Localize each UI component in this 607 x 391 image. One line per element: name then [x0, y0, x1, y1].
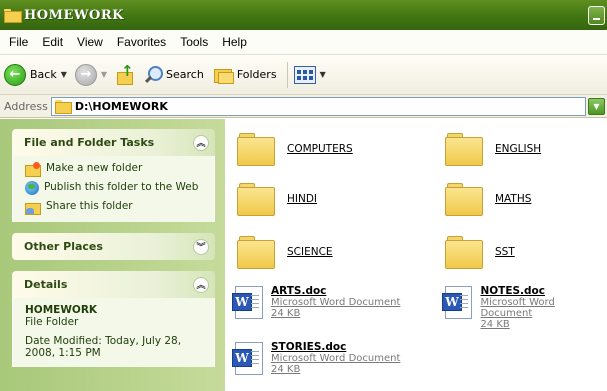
details-header[interactable]: Details ︽ [12, 271, 215, 298]
globe-icon [25, 181, 39, 195]
address-input[interactable]: D:\HOMEWORK [50, 96, 586, 116]
address-bar: Address D:\HOMEWORK ▼ [0, 95, 607, 118]
document-item[interactable]: W NOTES.doc Microsoft Word Document 24 K… [442, 285, 607, 330]
folder-label: MATHS [495, 193, 532, 205]
word-document-icon: W [232, 286, 263, 319]
task-label: Publish this folder to the Web [44, 181, 199, 193]
minimize-button[interactable] [588, 6, 605, 25]
share-folder-icon [25, 200, 41, 215]
folder-label: SST [495, 246, 515, 258]
expand-icon[interactable]: ︾ [193, 238, 209, 255]
folder-label: HINDI [287, 193, 318, 205]
folder-icon [54, 100, 72, 114]
menu-tools[interactable]: Tools [180, 35, 208, 49]
details-type: File Folder [25, 316, 79, 328]
back-arrow-icon: ← [4, 63, 26, 86]
menu-favorites[interactable]: Favorites [117, 35, 166, 49]
menu-bar: File Edit View Favorites Tools Help [0, 30, 607, 55]
chevron-down-icon[interactable]: ▼ [101, 70, 107, 79]
other-places-header[interactable]: Other Places ︾ [12, 233, 215, 260]
details-panel: Details ︽ HOMEWORK File Folder Date Modi… [12, 271, 215, 367]
folder-item[interactable]: ENGLISH [445, 133, 542, 166]
search-label: Search [166, 68, 204, 81]
folder-item[interactable]: COMPUTERS [237, 133, 353, 166]
document-size: 24 KB [271, 308, 301, 319]
folder-item[interactable]: HINDI [237, 183, 318, 216]
details-body: HOMEWORK File Folder Date Modified: Toda… [12, 298, 215, 367]
menu-help[interactable]: Help [222, 35, 247, 49]
file-list: COMPUTERS ENGLISH HINDI MATHS SCIENCE SS… [225, 119, 607, 391]
document-size: 24 KB [480, 319, 510, 330]
folder-item[interactable]: SCIENCE [237, 236, 333, 269]
document-item[interactable]: W STORIES.doc Microsoft Word Document 24… [232, 341, 401, 375]
panel-title: Other Places [24, 240, 103, 253]
panel-title: Details [24, 278, 68, 291]
address-value: D:\HOMEWORK [74, 99, 168, 113]
folder-icon [445, 183, 483, 216]
folder-item[interactable]: SST [445, 236, 515, 269]
menu-view[interactable]: View [77, 35, 103, 49]
document-type: Microsoft Word Document [480, 297, 555, 319]
details-modified: Date Modified: Today, July 28, 2008, 1:1… [25, 335, 182, 359]
word-document-icon: W [232, 342, 263, 375]
menu-edit[interactable]: Edit [42, 35, 63, 49]
document-size: 24 KB [271, 364, 301, 375]
publish-folder-link[interactable]: Publish this folder to the Web [25, 181, 204, 195]
share-folder-link[interactable]: Share this folder [25, 200, 204, 215]
document-name: ARTS.doc [271, 285, 327, 297]
toolbar-separator [286, 61, 288, 88]
address-dropdown-button[interactable]: ▼ [588, 97, 605, 115]
document-type: Microsoft Word Document [271, 353, 401, 364]
chevron-down-icon[interactable]: ▼ [61, 70, 67, 79]
task-label: Make a new folder [46, 162, 143, 174]
folder-icon [237, 183, 275, 216]
address-label: Address [4, 99, 48, 113]
folder-label: ENGLISH [495, 143, 542, 155]
folder-label: COMPUTERS [287, 143, 353, 155]
file-folder-tasks-header[interactable]: File and Folder Tasks ︽ [12, 129, 215, 156]
folder-icon [237, 133, 275, 166]
search-icon [143, 65, 164, 85]
task-pane: File and Folder Tasks ︽ Make a new folde… [0, 119, 225, 391]
views-icon [293, 65, 316, 84]
forward-arrow-icon: → [74, 63, 97, 86]
new-folder-icon [25, 162, 41, 177]
folder-icon [4, 9, 22, 23]
folders-button[interactable]: Folders [212, 66, 277, 84]
file-folder-tasks-panel: File and Folder Tasks ︽ Make a new folde… [12, 129, 215, 222]
title-bar[interactable]: HOMEWORK [0, 0, 607, 30]
document-item[interactable]: W ARTS.doc Microsoft Word Document 24 KB [232, 285, 401, 319]
chevron-down-icon[interactable]: ▼ [320, 70, 326, 79]
make-new-folder-link[interactable]: Make a new folder [25, 162, 204, 177]
document-name: NOTES.doc [480, 285, 545, 297]
folders-icon [212, 66, 234, 84]
task-label: Share this folder [46, 200, 133, 212]
details-name: HOMEWORK [25, 304, 98, 316]
document-name: STORIES.doc [271, 341, 347, 353]
other-places-panel: Other Places ︾ [12, 233, 215, 260]
word-document-icon: W [442, 286, 473, 319]
views-button[interactable]: ▼ [293, 65, 326, 84]
folder-icon [237, 236, 275, 269]
collapse-icon[interactable]: ︽ [193, 134, 209, 151]
menu-file[interactable]: File [9, 35, 28, 49]
forward-button[interactable]: → ▼ [74, 63, 107, 86]
back-label: Back [30, 68, 57, 81]
file-folder-tasks-body: Make a new folder Publish this folder to… [12, 156, 215, 222]
folder-icon [445, 133, 483, 166]
search-button[interactable]: Search [143, 65, 204, 85]
window-title: HOMEWORK [24, 7, 124, 23]
up-button[interactable] [115, 62, 135, 85]
back-button[interactable]: ← Back ▼ [4, 63, 67, 86]
folder-up-icon [115, 62, 135, 85]
toolbar: ← Back ▼ → ▼ Search Folders ▼ [0, 55, 607, 95]
collapse-icon[interactable]: ︽ [193, 276, 209, 293]
folder-icon [445, 236, 483, 269]
document-type: Microsoft Word Document [271, 297, 401, 308]
folder-item[interactable]: MATHS [445, 183, 532, 216]
panel-title: File and Folder Tasks [24, 136, 155, 149]
folders-label: Folders [236, 68, 277, 81]
folder-label: SCIENCE [287, 246, 333, 258]
